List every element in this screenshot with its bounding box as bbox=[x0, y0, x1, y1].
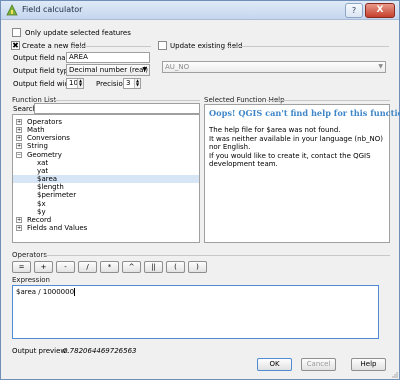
window-title: Field calculator bbox=[22, 5, 83, 14]
operator-button[interactable]: ( bbox=[166, 261, 185, 273]
ok-button[interactable]: OK bbox=[257, 358, 292, 371]
expression-editor[interactable]: $area / 1000000 bbox=[12, 285, 379, 339]
tree-item[interactable]: + Fields and Values bbox=[13, 224, 199, 232]
text-cursor bbox=[74, 288, 76, 296]
tree-item-label: Record bbox=[27, 215, 52, 224]
tree-item-label: yat bbox=[37, 166, 49, 175]
resize-grip-icon[interactable] bbox=[390, 370, 398, 378]
expand-icon[interactable]: + bbox=[16, 135, 22, 142]
output-preview-label: Output preview: bbox=[12, 347, 69, 355]
cancel-button[interactable]: Cancel bbox=[301, 358, 336, 371]
function-tree[interactable]: + Operators + Math + Conversions + String − Geome… bbox=[12, 114, 200, 243]
create-new-field-checkbox[interactable]: ✖ bbox=[11, 41, 20, 50]
create-new-separator bbox=[73, 46, 151, 47]
tree-item-label: $y bbox=[37, 207, 46, 216]
function-help-separator bbox=[267, 100, 390, 101]
collapse-icon[interactable]: − bbox=[16, 151, 22, 158]
expand-icon[interactable]: + bbox=[16, 127, 22, 134]
operator-button[interactable]: ^ bbox=[122, 261, 141, 273]
output-field-type-value: Decimal number (real) bbox=[69, 66, 149, 74]
function-list-separator bbox=[53, 100, 200, 101]
tree-item-label: Conversions bbox=[27, 134, 70, 143]
chevron-down-icon: ▼ bbox=[378, 63, 383, 70]
only-selected-checkbox[interactable] bbox=[12, 28, 21, 37]
tree-item[interactable]: + Conversions bbox=[13, 134, 199, 142]
expand-icon[interactable]: + bbox=[16, 119, 22, 125]
tree-item[interactable]: $perimeter bbox=[13, 191, 199, 199]
tree-item[interactable]: xat bbox=[13, 159, 199, 167]
expression-text: $area / 1000000 bbox=[16, 288, 75, 296]
tree-item[interactable]: $x bbox=[13, 200, 199, 208]
output-field-width-spinbox[interactable]: 10 ▲ ▼ bbox=[66, 78, 84, 89]
help-line: If you would like to create it, contact … bbox=[209, 151, 371, 169]
tree-item-label: Operators bbox=[27, 118, 62, 126]
operator-button[interactable]: - bbox=[56, 261, 75, 273]
close-button[interactable]: X bbox=[365, 3, 395, 18]
operator-button[interactable]: ) bbox=[188, 261, 207, 273]
operators-separator bbox=[44, 255, 390, 256]
tree-item-label: $area bbox=[37, 175, 58, 184]
only-selected-label: Only update selected features bbox=[25, 29, 131, 37]
output-field-name-input[interactable]: AREA bbox=[66, 52, 150, 63]
tree-item-label: $perimeter bbox=[37, 191, 77, 200]
tree-item-label: $x bbox=[37, 199, 46, 208]
tree-item-label: Fields and Values bbox=[27, 223, 88, 232]
tree-item[interactable]: yat bbox=[13, 167, 199, 175]
operator-button[interactable]: = bbox=[12, 261, 31, 273]
tree-item[interactable]: + Math bbox=[13, 126, 199, 134]
help-line: The help file for $area was not found. bbox=[209, 126, 341, 134]
title-bar[interactable]: Field calculator ? X bbox=[1, 1, 399, 20]
expand-icon[interactable]: + bbox=[16, 143, 22, 150]
tree-item[interactable]: + Operators bbox=[13, 118, 199, 126]
expand-icon[interactable]: + bbox=[16, 216, 22, 223]
operator-button[interactable]: || bbox=[144, 261, 163, 273]
tree-item-label: Math bbox=[27, 126, 45, 135]
tree-item[interactable]: − Geometry bbox=[13, 151, 199, 159]
output-field-type-label: Output field type bbox=[13, 67, 73, 75]
tree-item[interactable]: $y bbox=[13, 208, 199, 216]
operators-title: Operators bbox=[12, 251, 47, 259]
output-preview-value: 0.782064469726563 bbox=[63, 347, 137, 355]
tree-item[interactable]: + String bbox=[13, 142, 199, 150]
update-existing-separator bbox=[227, 46, 389, 47]
tree-item[interactable]: $area bbox=[13, 175, 199, 184]
chevron-down-icon: ▼ bbox=[142, 66, 147, 73]
function-help-panel: Oops! QGIS can't find help for this func… bbox=[204, 104, 400, 243]
help-body: The help file for $area was not found. I… bbox=[209, 126, 389, 169]
title-help-button[interactable]: ? bbox=[345, 3, 363, 18]
help-button[interactable]: Help bbox=[351, 358, 386, 371]
precision-value: 3 bbox=[126, 79, 131, 87]
spin-arrows-icon[interactable]: ▲ ▼ bbox=[134, 79, 140, 88]
help-heading: Oops! QGIS can't find help for this func… bbox=[209, 108, 400, 118]
update-existing-checkbox[interactable] bbox=[158, 41, 167, 50]
precision-spinbox[interactable]: 3 ▲ ▼ bbox=[123, 78, 141, 89]
tree-item-label: xat bbox=[37, 158, 49, 167]
tree-item[interactable]: $length bbox=[13, 183, 199, 191]
expand-icon[interactable]: + bbox=[16, 224, 22, 231]
operator-button[interactable]: + bbox=[34, 261, 53, 273]
existing-field-select[interactable]: AU_NO ▼ bbox=[162, 61, 386, 73]
output-field-type-select[interactable]: Decimal number (real) ▼ bbox=[66, 64, 150, 76]
qgis-app-icon bbox=[6, 4, 18, 16]
operator-button[interactable]: / bbox=[78, 261, 97, 273]
spin-arrows-icon[interactable]: ▲ ▼ bbox=[77, 79, 83, 88]
tree-item-label: $length bbox=[37, 183, 64, 192]
expression-title: Expression bbox=[12, 276, 50, 284]
tree-item-label: String bbox=[27, 142, 48, 151]
existing-field-value: AU_NO bbox=[165, 63, 190, 71]
operator-button[interactable]: * bbox=[100, 261, 119, 273]
field-calculator-dialog: Field calculator ? X Only update selecte… bbox=[0, 0, 400, 380]
function-search-input[interactable] bbox=[34, 103, 200, 114]
tree-item[interactable]: + Record bbox=[13, 216, 199, 224]
tree-item-label: Geometry bbox=[27, 150, 62, 159]
help-line: It was neither available in your languag… bbox=[209, 134, 383, 152]
